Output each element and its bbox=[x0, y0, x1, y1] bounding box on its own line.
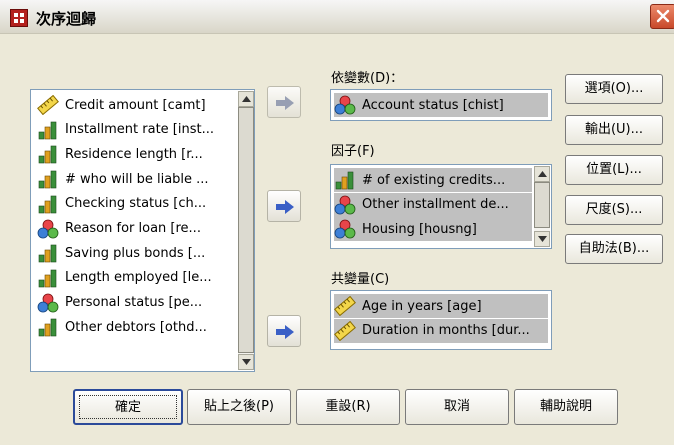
ordinal-bars-icon bbox=[37, 144, 59, 164]
variable-list-item[interactable]: # who will be liable ... bbox=[37, 167, 209, 191]
ordinal-bars-icon bbox=[37, 243, 59, 263]
variable-list-item-label: Saving plus bonds [... bbox=[65, 245, 206, 261]
location-button[interactable]: 位置(L)... bbox=[565, 155, 663, 185]
covariate-item-label: Duration in months [dur... bbox=[362, 323, 530, 339]
variable-list-scrollbar[interactable] bbox=[238, 91, 254, 370]
dependent-item-label: Account status [chist] bbox=[362, 97, 504, 113]
chevron-down-icon bbox=[242, 359, 251, 365]
covariate-item[interactable]: Age in years [age] bbox=[334, 294, 548, 318]
variable-list-item[interactable]: Residence length [r... bbox=[37, 142, 203, 166]
ordinal-regression-dialog: 次序迴歸 Credit amount [camt] Installment rat… bbox=[0, 0, 674, 445]
factor-item-label: Housing [housng] bbox=[362, 221, 477, 237]
scroll-down-button[interactable] bbox=[534, 231, 550, 247]
dependent-item[interactable]: Account status [chist] bbox=[334, 93, 548, 117]
scroll-thumb[interactable] bbox=[534, 182, 550, 228]
right-arrow-icon bbox=[276, 96, 294, 110]
chevron-down-icon bbox=[538, 236, 547, 242]
dependent-label: 依變數(D)： bbox=[331, 71, 404, 86]
scroll-up-button[interactable] bbox=[534, 166, 550, 182]
covariate-item-label: Age in years [age] bbox=[362, 298, 482, 314]
factor-item[interactable]: # of existing credits... bbox=[334, 168, 532, 192]
factors-box[interactable]: # of existing credits... Other installmen… bbox=[330, 164, 552, 249]
factor-item-label: Other installment de... bbox=[362, 197, 509, 213]
factors-scrollbar[interactable] bbox=[534, 166, 550, 247]
scale-button[interactable]: 尺度(S)... bbox=[565, 195, 663, 225]
chevron-up-icon bbox=[538, 171, 547, 177]
variable-list-item-label: Credit amount [camt] bbox=[65, 97, 206, 113]
nominal-icon bbox=[334, 195, 356, 215]
ordinal-bars-icon bbox=[37, 317, 59, 337]
ordinal-bars-icon bbox=[334, 170, 356, 190]
scale-icon bbox=[37, 94, 59, 116]
ordinal-bars-icon bbox=[37, 169, 59, 189]
nominal-icon bbox=[334, 95, 356, 115]
nominal-icon bbox=[334, 219, 356, 239]
title-bar: 次序迴歸 bbox=[0, 0, 674, 34]
ok-button[interactable]: 確定 bbox=[73, 389, 183, 425]
ordinal-bars-icon bbox=[37, 194, 59, 214]
factor-item[interactable]: Other installment de... bbox=[334, 192, 532, 217]
covariates-label: 共變量(C) bbox=[331, 272, 390, 287]
variable-list-item[interactable]: Reason for loan [re... bbox=[37, 217, 201, 241]
variable-list-item-label: Installment rate [inst... bbox=[65, 122, 214, 138]
variable-list-item[interactable]: Installment rate [inst... bbox=[37, 118, 214, 142]
output-button[interactable]: 輸出(U)... bbox=[565, 115, 663, 145]
variable-list-item[interactable]: Checking status [ch... bbox=[37, 192, 206, 216]
right-arrow-icon bbox=[276, 200, 294, 214]
nominal-icon bbox=[37, 219, 59, 239]
paste-button[interactable]: 貼上之後(P) bbox=[187, 389, 291, 425]
ordinal-bars-icon bbox=[37, 120, 59, 140]
close-icon bbox=[656, 9, 670, 23]
ordinal-bars-icon bbox=[37, 268, 59, 288]
variable-list-item-label: Other debtors [othd... bbox=[65, 319, 207, 335]
scale-icon bbox=[334, 320, 356, 341]
variable-list[interactable]: Credit amount [camt] Installment rate [in… bbox=[30, 89, 255, 372]
covariates-box[interactable]: Age in years [age] Duration in months [du… bbox=[330, 290, 552, 350]
factors-label: 因子(F) bbox=[331, 144, 375, 159]
cancel-button[interactable]: 取消 bbox=[405, 389, 509, 425]
variable-list-item-label: Reason for loan [re... bbox=[65, 221, 201, 236]
move-to-covariates-button[interactable] bbox=[267, 315, 301, 347]
window-title: 次序迴歸 bbox=[36, 10, 97, 28]
variable-list-item[interactable]: Saving plus bonds [... bbox=[37, 241, 205, 265]
help-button[interactable]: 輔助說明 bbox=[514, 389, 618, 425]
scroll-thumb[interactable] bbox=[238, 107, 254, 353]
spss-app-icon bbox=[10, 9, 28, 27]
variable-list-item-label: Checking status [ch... bbox=[65, 196, 207, 212]
scroll-down-button[interactable] bbox=[238, 354, 254, 370]
chevron-up-icon bbox=[242, 96, 251, 102]
covariate-item[interactable]: Duration in months [dur... bbox=[334, 318, 548, 343]
variable-list-item[interactable]: Credit amount [camt] bbox=[37, 93, 206, 117]
bootstrap-button[interactable]: 自助法(B)... bbox=[565, 234, 663, 264]
options-button[interactable]: 選項(O)... bbox=[565, 74, 663, 104]
close-button[interactable] bbox=[650, 4, 674, 29]
variable-list-item-label: Residence length [r... bbox=[65, 146, 203, 162]
scroll-up-button[interactable] bbox=[238, 91, 254, 107]
variable-list-item-label: Personal status [pe... bbox=[65, 295, 203, 311]
variable-list-item[interactable]: Length employed [le... bbox=[37, 266, 212, 290]
variable-list-item[interactable]: Personal status [pe... bbox=[37, 291, 202, 315]
dependent-box[interactable]: Account status [chist] bbox=[330, 89, 552, 121]
factor-item-label: # of existing credits... bbox=[362, 172, 506, 188]
reset-button[interactable]: 重設(R) bbox=[296, 389, 400, 425]
variable-list-item[interactable]: Other debtors [othd... bbox=[37, 315, 207, 339]
nominal-icon bbox=[37, 293, 59, 313]
move-to-dependent-button[interactable] bbox=[267, 86, 301, 118]
move-to-factors-button[interactable] bbox=[267, 190, 301, 222]
scale-icon bbox=[334, 295, 356, 317]
ok-button-label: 確定 bbox=[114, 400, 141, 415]
variable-list-item-label: Length employed [le... bbox=[65, 270, 212, 286]
right-arrow-icon bbox=[276, 325, 294, 339]
factor-item[interactable]: Housing [housng] bbox=[334, 217, 532, 242]
variable-list-item-label: # who will be liable ... bbox=[65, 171, 209, 187]
